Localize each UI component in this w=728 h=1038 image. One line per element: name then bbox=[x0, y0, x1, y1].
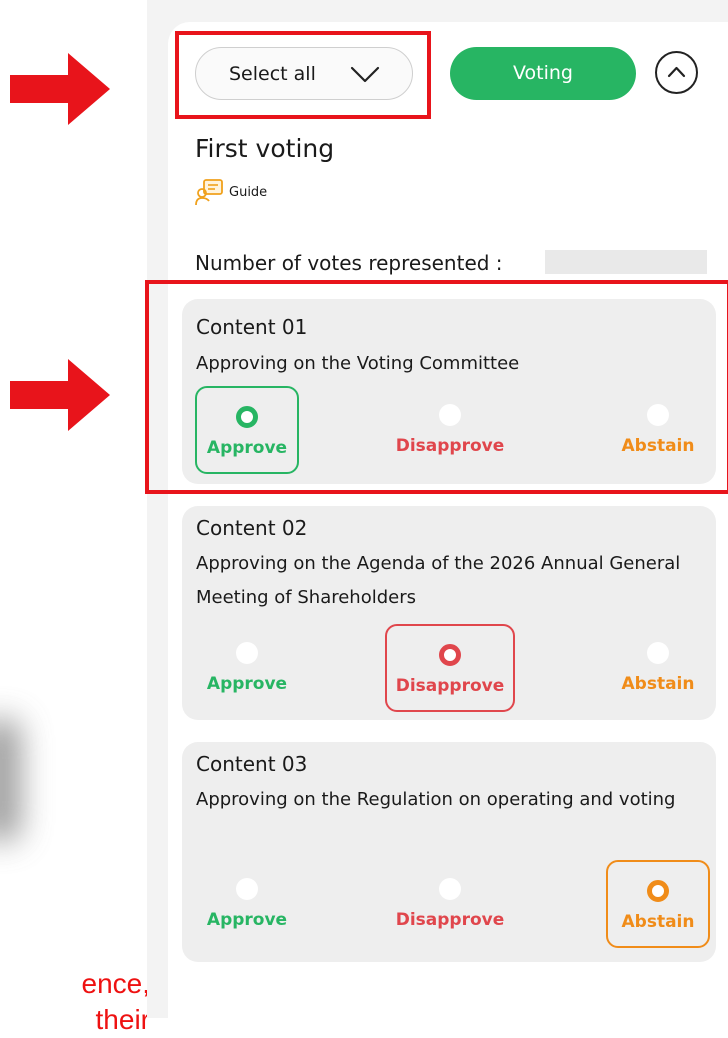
voting-button[interactable]: Voting bbox=[450, 47, 636, 100]
abstain-radio[interactable] bbox=[647, 880, 669, 902]
content-heading: Content 03 bbox=[196, 752, 308, 776]
disapprove-option[interactable]: Disapprove bbox=[385, 386, 515, 474]
disapprove-radio[interactable] bbox=[439, 644, 461, 666]
approve-option[interactable]: Approve bbox=[195, 624, 299, 712]
abstain-label: Abstain bbox=[621, 912, 695, 932]
select-all-label: Select all bbox=[229, 62, 316, 85]
approve-label: Approve bbox=[206, 674, 288, 694]
disapprove-label: Disapprove bbox=[395, 436, 505, 456]
content-heading: Content 01 bbox=[196, 315, 308, 339]
content-item-03: Content 03 Approving on the Regulation o… bbox=[182, 742, 716, 962]
section-title: First voting bbox=[195, 134, 335, 163]
disapprove-label: Disapprove bbox=[395, 676, 505, 696]
content-item-01: Content 01 Approving on the Voting Commi… bbox=[182, 299, 716, 484]
abstain-radio[interactable] bbox=[647, 642, 669, 664]
votes-represented-label: Number of votes represented : bbox=[195, 251, 503, 275]
guide-link[interactable]: Guide bbox=[195, 178, 267, 206]
content-description: Approving on the Voting Committee bbox=[196, 353, 520, 374]
approve-label: Approve bbox=[206, 910, 288, 930]
abstain-label: Abstain bbox=[621, 674, 695, 694]
content-description: Approving on the Regulation on operating… bbox=[196, 789, 676, 810]
disapprove-option[interactable]: Disapprove bbox=[385, 624, 515, 712]
disapprove-radio[interactable] bbox=[439, 404, 461, 426]
approve-radio[interactable] bbox=[236, 878, 258, 900]
votes-represented-value-redacted bbox=[545, 250, 707, 274]
content-item-02: Content 02 Approving on the Agenda of th… bbox=[182, 506, 716, 720]
side-note: ence, their bbox=[81, 968, 151, 1035]
select-all-dropdown[interactable]: Select all bbox=[195, 47, 413, 100]
blurred-element bbox=[0, 720, 20, 840]
approve-radio[interactable] bbox=[236, 642, 258, 664]
content-description: Approving on the Agenda of the 2026 Annu… bbox=[196, 553, 681, 608]
disapprove-label: Disapprove bbox=[395, 910, 505, 930]
approve-label: Approve bbox=[206, 438, 288, 458]
guide-label: Guide bbox=[229, 184, 268, 200]
arrow-right-icon bbox=[10, 359, 110, 431]
chevron-down-icon bbox=[350, 66, 380, 83]
abstain-option[interactable]: Abstain bbox=[606, 624, 710, 712]
chevron-up-icon bbox=[667, 66, 686, 78]
approve-option[interactable]: Approve bbox=[195, 386, 299, 474]
disapprove-radio[interactable] bbox=[439, 878, 461, 900]
abstain-radio[interactable] bbox=[647, 404, 669, 426]
collapse-button[interactable] bbox=[655, 51, 698, 94]
arrow-right-icon bbox=[10, 53, 110, 125]
content-heading: Content 02 bbox=[196, 516, 308, 540]
abstain-label: Abstain bbox=[621, 436, 695, 456]
abstain-option[interactable]: Abstain bbox=[606, 860, 710, 948]
approve-option[interactable]: Approve bbox=[195, 860, 299, 948]
guide-icon bbox=[195, 179, 223, 206]
approve-radio[interactable] bbox=[236, 406, 258, 428]
disapprove-option[interactable]: Disapprove bbox=[385, 860, 515, 948]
abstain-option[interactable]: Abstain bbox=[606, 386, 710, 474]
